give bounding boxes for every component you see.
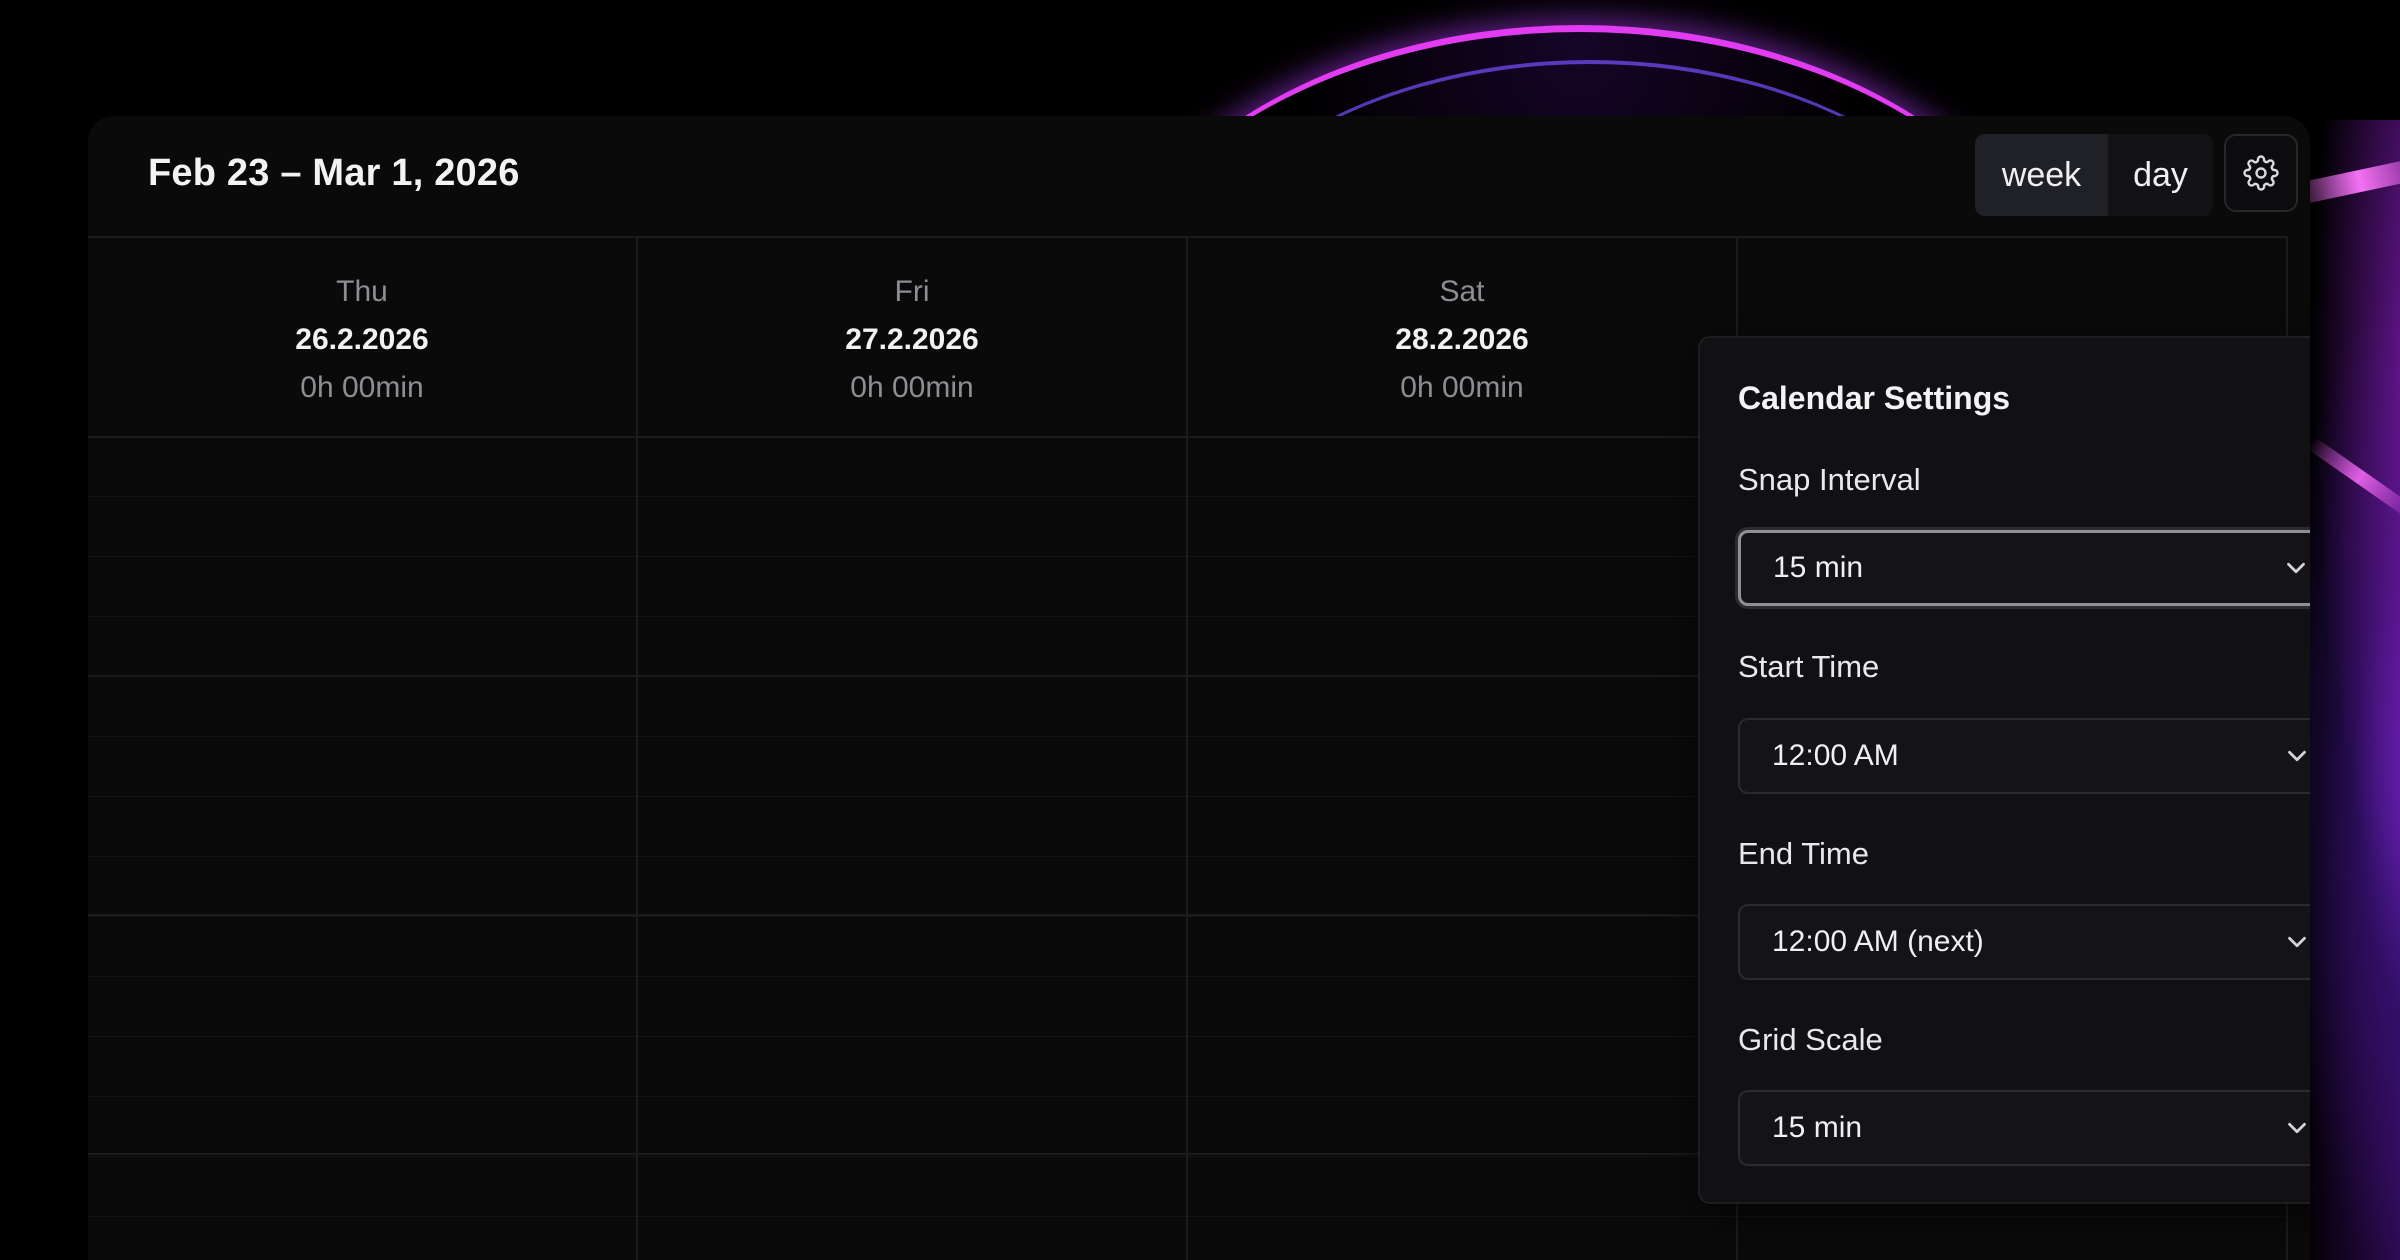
day-column-thu[interactable]: Thu 26.2.2026 0h 00min <box>88 238 638 1260</box>
chevron-down-icon <box>2288 1122 2306 1134</box>
calendar-card: Feb 23 – Mar 1, 2026 week day Thu 26.2.2… <box>88 116 2310 1260</box>
calendar-settings-popover: Calendar Settings Snap Interval 15 min S… <box>1698 336 2310 1204</box>
settings-title: Calendar Settings <box>1738 380 2011 416</box>
day-date: 27.2.2026 <box>845 323 979 356</box>
day-column-header: Thu 26.2.2026 0h 00min <box>88 238 636 438</box>
day-of-week: Sat <box>1439 275 1485 308</box>
grid-scale-value: 15 min <box>1772 1111 1863 1144</box>
end-time-value: 12:00 AM (next) <box>1772 925 1984 958</box>
chevron-down-icon <box>2287 562 2305 574</box>
grid-scale-label: Grid Scale <box>1738 1022 1883 1057</box>
day-date: 26.2.2026 <box>295 323 429 356</box>
day-column-header: Fri 27.2.2026 0h 00min <box>638 238 1186 438</box>
snap-interval-label: Snap Interval <box>1738 462 1921 497</box>
day-duration: 0h 00min <box>300 371 424 404</box>
snap-interval-value: 15 min <box>1773 551 1864 584</box>
day-column-fri[interactable]: Fri 27.2.2026 0h 00min <box>638 238 1188 1260</box>
app-window: Feb 23 – Mar 1, 2026 week day Thu 26.2.2… <box>0 0 2400 1260</box>
week-view-button[interactable]: week <box>1975 134 2108 216</box>
view-toggle: week day <box>1975 134 2213 216</box>
day-duration: 0h 00min <box>1400 371 1524 404</box>
time-slots[interactable] <box>88 438 636 1260</box>
start-time-select[interactable]: 12:00 AM <box>1738 718 2310 794</box>
day-of-week: Thu <box>336 275 388 308</box>
day-duration: 0h 00min <box>850 371 974 404</box>
time-slots[interactable] <box>638 438 1186 1260</box>
day-column-sat[interactable]: Sat 28.2.2026 0h 00min <box>1188 238 1738 1260</box>
time-slots[interactable] <box>1188 438 1736 1260</box>
chevron-down-icon <box>2288 936 2306 948</box>
gear-icon <box>2243 155 2279 191</box>
day-date: 28.2.2026 <box>1395 323 1529 356</box>
grid-scale-select[interactable]: 15 min <box>1738 1090 2310 1166</box>
day-column-header: Sat 28.2.2026 0h 00min <box>1188 238 1736 438</box>
end-time-select[interactable]: 12:00 AM (next) <box>1738 904 2310 980</box>
start-time-label: Start Time <box>1738 649 1880 684</box>
day-view-button[interactable]: day <box>2108 134 2213 216</box>
day-of-week: Fri <box>894 275 930 308</box>
date-range-title: Feb 23 – Mar 1, 2026 <box>148 152 520 194</box>
chevron-down-icon <box>2288 750 2306 762</box>
settings-button[interactable] <box>2224 134 2298 212</box>
end-time-label: End Time <box>1738 836 1869 871</box>
snap-interval-select[interactable]: 15 min <box>1738 530 2310 606</box>
start-time-value: 12:00 AM <box>1772 739 1899 772</box>
